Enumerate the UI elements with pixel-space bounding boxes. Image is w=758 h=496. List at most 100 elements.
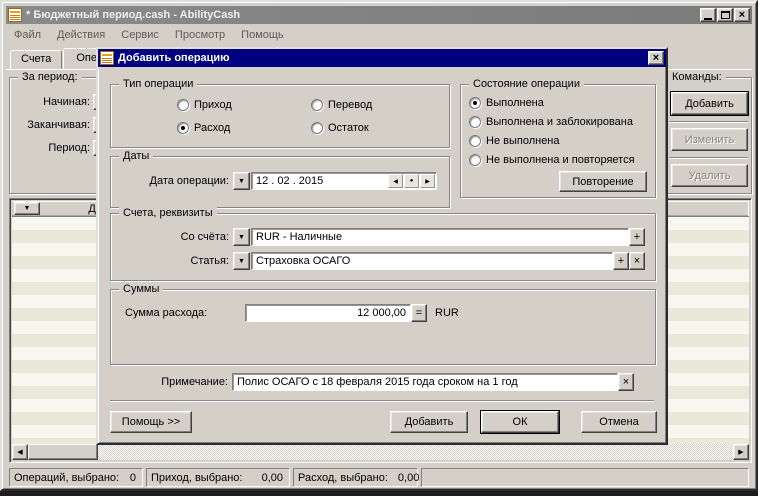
plus-icon: + (618, 255, 624, 267)
menubar: Файл Действия Сервис Просмотр Помощь (6, 25, 752, 45)
radio-income[interactable]: Приход (177, 99, 232, 111)
filter-period-label: Период: (48, 142, 90, 154)
scrollbar-thumb[interactable] (28, 444, 98, 460)
category-field[interactable]: Страховка ОСАГО (251, 252, 613, 270)
category-dropdown[interactable]: ▼ (233, 252, 250, 270)
scroll-left-button[interactable]: ◀ (12, 444, 28, 460)
add-account-button[interactable]: + (629, 228, 645, 246)
minimize-icon (704, 18, 712, 20)
radio-transfer-label: Перевод (328, 99, 372, 111)
add-operation-dialog: Добавить операцию × Тип операции Приход … (96, 47, 668, 445)
radio-not-completed[interactable]: Не выполнена (469, 135, 560, 147)
status-operations: Операций, выбрано: 0 (9, 468, 143, 487)
radio-icon (177, 99, 189, 111)
from-account-dropdown[interactable]: ▼ (233, 228, 250, 246)
currency-label: RUR (435, 307, 459, 319)
expense-sum-label: Сумма расхода: (125, 307, 245, 319)
from-account-field[interactable]: RUR - Наличные (251, 228, 629, 246)
repeat-button[interactable]: Повторение (559, 171, 647, 192)
chevron-down-icon: ▼ (238, 178, 245, 185)
radio-icon (311, 122, 323, 134)
window-title: * Бюджетный период.cash - AbilityCash (26, 9, 699, 21)
help-button[interactable]: Помощь >> (110, 411, 192, 433)
radio-completed-locked[interactable]: Выполнена и заблокирована (469, 116, 633, 128)
dot-icon: ● (410, 178, 414, 184)
dialog-title: Добавить операцию (118, 52, 647, 64)
commands-group: Команды: Добавить Изменить Удалить (665, 77, 752, 194)
radio-icon (469, 154, 481, 166)
commands-title: Команды: (668, 71, 726, 83)
dialog-icon (100, 51, 114, 65)
operation-date-row: Дата операции: ▼ 12 . 02 . 2015 ◀ ● ▶ (119, 172, 437, 190)
radio-not-completed-label: Не выполнена (486, 135, 560, 147)
table-sort-button[interactable]: ▼ (14, 202, 40, 215)
arrow-right-icon: ▶ (425, 178, 430, 185)
date-today-button[interactable]: ● (404, 174, 419, 188)
radio-balance[interactable]: Остаток (311, 122, 369, 134)
plus-icon: + (634, 231, 640, 243)
radio-not-completed-repeats[interactable]: Не выполнена и повторяется (469, 154, 635, 166)
radio-expense[interactable]: Расход (177, 122, 230, 134)
equals-icon: = (416, 307, 422, 319)
operation-type-title: Тип операции (119, 78, 197, 90)
note-label: Примечание: (110, 376, 228, 388)
titlebar: * Бюджетный период.cash - AbilityCash × (6, 6, 752, 24)
operation-type-group: Тип операции Приход Перевод Расход Остат… (110, 84, 450, 148)
table-column-date[interactable]: Да (52, 203, 102, 215)
from-account-row: Со счёта: ▼ RUR - Наличные + (119, 228, 645, 246)
menu-view[interactable]: Просмотр (167, 27, 233, 43)
tab-accounts[interactable]: Счета (10, 50, 62, 69)
status-empty (421, 468, 749, 487)
date-dropdown-button[interactable]: ▼ (233, 172, 250, 190)
status-income-value: 0,00 (252, 472, 283, 484)
category-value: Страховка ОСАГО (256, 255, 350, 267)
ok-button[interactable]: ОК (481, 411, 559, 433)
status-income: Приход, выбрано: 0,00 (146, 468, 290, 487)
clear-note-button[interactable]: × (618, 373, 634, 391)
menu-actions[interactable]: Действия (49, 27, 113, 43)
arrow-right-icon: ▶ (738, 448, 743, 456)
dialog-close-button[interactable]: × (648, 51, 664, 65)
note-field[interactable]: Полис ОСАГО с 18 февраля 2015 года сроко… (232, 373, 618, 391)
command-delete-button[interactable]: Удалить (671, 164, 748, 187)
radio-not-completed-repeats-label: Не выполнена и повторяется (486, 154, 635, 166)
minimize-button[interactable] (700, 8, 716, 22)
command-add-button[interactable]: Добавить (671, 92, 748, 115)
maximize-button[interactable] (717, 8, 733, 22)
close-button[interactable]: × (734, 8, 750, 22)
status-income-label: Приход, выбрано: (151, 472, 243, 484)
dialog-add-button[interactable]: Добавить (390, 411, 468, 433)
radio-completed[interactable]: Выполнена (469, 97, 544, 109)
calculator-button[interactable]: = (411, 304, 427, 322)
date-prev-button[interactable]: ◀ (388, 174, 403, 188)
expense-sum-field[interactable]: 12 000,00 (245, 304, 411, 322)
add-category-button[interactable]: + (613, 252, 629, 270)
radio-icon (469, 116, 481, 128)
scroll-right-button[interactable]: ▶ (733, 444, 749, 460)
command-edit-button[interactable]: Изменить (671, 128, 748, 151)
menu-file[interactable]: Файл (6, 27, 49, 43)
expense-sum-row: Сумма расхода: 12 000,00 = RUR (125, 304, 459, 322)
filter-end-label: Заканчивая: (27, 119, 90, 131)
note-row: Примечание: Полис ОСАГО с 18 февраля 201… (110, 373, 634, 391)
dates-group: Даты Дата операции: ▼ 12 . 02 . 2015 ◀ ●… (110, 156, 450, 208)
radio-checked-icon (177, 122, 189, 134)
radio-income-label: Приход (194, 99, 232, 111)
note-value: Полис ОСАГО с 18 февраля 2015 года сроко… (237, 376, 518, 388)
dates-title: Даты (119, 150, 153, 162)
date-next-button[interactable]: ▶ (420, 174, 435, 188)
menu-service[interactable]: Сервис (113, 27, 167, 43)
horizontal-scrollbar[interactable]: ◀ ▶ (12, 444, 749, 460)
accounts-group: Счета, реквизиты Со счёта: ▼ RUR - Налич… (110, 213, 656, 281)
category-row: Статья: ▼ Страховка ОСАГО + × (119, 252, 645, 270)
status-expense: Расход, выбрано: 0,00 (293, 468, 418, 487)
commands-separator (669, 121, 748, 123)
cancel-button[interactable]: Отмена (581, 411, 657, 433)
close-icon: × (623, 376, 629, 388)
operation-date-field[interactable]: 12 . 02 . 2015 ◀ ● ▶ (251, 172, 437, 190)
menu-help[interactable]: Помощь (233, 27, 292, 43)
radio-transfer[interactable]: Перевод (311, 99, 372, 111)
clear-category-button[interactable]: × (629, 252, 645, 270)
close-icon: × (634, 255, 640, 267)
app-icon (8, 8, 22, 22)
